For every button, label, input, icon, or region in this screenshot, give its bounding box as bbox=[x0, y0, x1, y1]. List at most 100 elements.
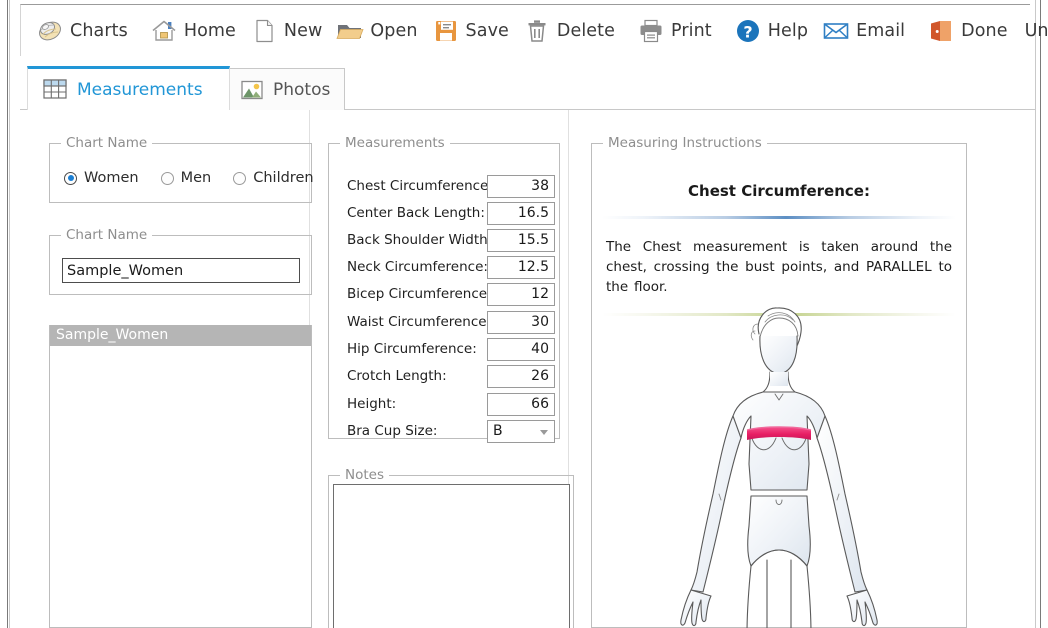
field-row-neck-circumference: Neck Circumference: bbox=[347, 255, 563, 279]
toolbar-button-home[interactable]: Home bbox=[143, 8, 243, 54]
content-area: Chart Name Women Men Children Chart Name bbox=[20, 110, 1035, 628]
field-row-bicep-circumference: Bicep Circumference: bbox=[347, 282, 563, 306]
radio-women[interactable]: Women bbox=[64, 170, 139, 186]
toolbar-label-open: Open bbox=[370, 21, 417, 41]
field-row-center-back-length: Center Back Length: bbox=[347, 201, 563, 225]
field-label-height: Height: bbox=[347, 396, 487, 412]
measuring-figure bbox=[592, 304, 966, 628]
toolbar-button-delete[interactable]: Delete bbox=[516, 8, 622, 54]
field-input-waist-circumference[interactable] bbox=[487, 311, 555, 334]
field-select-value-bra-cup-size: B bbox=[493, 423, 503, 439]
field-label-back-shoulder-width: Back Shoulder Width: bbox=[347, 232, 487, 248]
tab-label-photos: Photos bbox=[273, 80, 330, 100]
app-window: Charts Home New bbox=[0, 0, 1048, 628]
field-label-bra-cup-size: Bra Cup Size: bbox=[347, 423, 487, 439]
toolbar-button-done[interactable]: Done bbox=[920, 8, 1014, 54]
radio-children-label: Children bbox=[253, 170, 313, 186]
field-label-chest-circumference: Chest Circumference: bbox=[347, 178, 487, 194]
toolbar-button-help[interactable]: ? Help bbox=[727, 8, 815, 54]
folder-icon bbox=[336, 17, 364, 45]
tab-label-measurements: Measurements bbox=[77, 80, 203, 100]
chart-name-group-title: Chart Name bbox=[61, 227, 152, 243]
field-input-bicep-circumference[interactable] bbox=[487, 283, 555, 306]
field-label-neck-circumference: Neck Circumference: bbox=[347, 259, 487, 275]
chart-type-group: Chart Name Women Men Children bbox=[49, 143, 312, 203]
toolbar-button-open[interactable]: Open bbox=[329, 8, 424, 54]
field-row-crotch-length: Crotch Length: bbox=[347, 364, 563, 388]
field-label-bicep-circumference: Bicep Circumference: bbox=[347, 286, 487, 302]
window-right-border bbox=[1040, 0, 1048, 628]
field-input-center-back-length[interactable] bbox=[487, 202, 555, 225]
toolbar-label-charts: Charts bbox=[70, 21, 128, 41]
field-label-center-back-length: Center Back Length: bbox=[347, 205, 487, 221]
divider-blue bbox=[602, 216, 956, 219]
toolbar-button-email[interactable]: Email bbox=[815, 8, 912, 54]
radio-children-dot bbox=[233, 172, 246, 185]
notes-group: Notes bbox=[328, 475, 574, 628]
field-row-bra-cup-size: Bra Cup Size: B bbox=[347, 419, 563, 443]
field-row-waist-circumference: Waist Circumference: bbox=[347, 310, 563, 334]
toolbar-button-print[interactable]: Print bbox=[630, 8, 719, 54]
question-mark-icon: ? bbox=[734, 17, 762, 45]
tape-measure-icon bbox=[36, 17, 64, 45]
toolbar-button-save[interactable]: Save bbox=[425, 8, 516, 54]
window-left-inner-border bbox=[9, 0, 10, 628]
field-input-back-shoulder-width[interactable] bbox=[487, 229, 555, 252]
notes-group-title: Notes bbox=[340, 467, 389, 483]
toolbar-label-home: Home bbox=[184, 21, 236, 41]
measuring-instructions-content: Chest Circumference: The Chest measureme… bbox=[592, 144, 966, 627]
field-row-hip-circumference: Hip Circumference: bbox=[347, 337, 563, 361]
radio-men[interactable]: Men bbox=[161, 170, 212, 186]
floppy-disk-icon bbox=[432, 17, 460, 45]
units-indicator: Units: IN bbox=[1025, 21, 1048, 41]
toolbar-label-help: Help bbox=[768, 21, 808, 41]
radio-men-dot bbox=[161, 172, 174, 185]
measurements-group: Measurements Chest Circumference: Center… bbox=[328, 143, 560, 439]
printer-icon bbox=[637, 17, 665, 45]
female-torso-chest-diagram-svg bbox=[663, 304, 895, 628]
window-right-inner-border bbox=[1035, 0, 1036, 628]
grid-table-icon bbox=[42, 77, 68, 103]
chart-list[interactable]: Sample_Women bbox=[49, 325, 312, 628]
field-row-chest-circumference: Chest Circumference: bbox=[347, 174, 563, 198]
chart-name-input[interactable] bbox=[62, 258, 300, 283]
toolbar-label-print: Print bbox=[671, 21, 712, 41]
toolbar-button-new[interactable]: New bbox=[243, 8, 329, 54]
field-input-crotch-length[interactable] bbox=[487, 365, 555, 388]
toolbar-label-new: New bbox=[284, 21, 322, 41]
chevron-down-icon bbox=[540, 430, 548, 435]
toolbar-label-done: Done bbox=[961, 21, 1007, 41]
tab-photos[interactable]: Photos bbox=[225, 68, 345, 110]
field-label-waist-circumference: Waist Circumference: bbox=[347, 314, 487, 330]
list-item[interactable]: Sample_Women bbox=[50, 325, 311, 346]
field-row-height: Height: bbox=[347, 392, 563, 416]
main-toolbar: Charts Home New bbox=[20, 4, 1030, 56]
blank-page-icon bbox=[250, 17, 278, 45]
radio-children[interactable]: Children bbox=[233, 170, 313, 186]
radio-women-dot bbox=[64, 172, 77, 185]
svg-text:?: ? bbox=[743, 22, 752, 41]
toolbar-label-email: Email bbox=[856, 21, 905, 41]
radio-men-label: Men bbox=[181, 170, 212, 186]
field-label-crotch-length: Crotch Length: bbox=[347, 368, 487, 384]
exit-door-icon bbox=[927, 17, 955, 45]
field-input-neck-circumference[interactable] bbox=[487, 256, 555, 279]
measurements-group-title: Measurements bbox=[340, 135, 450, 151]
field-input-chest-circumference[interactable] bbox=[487, 175, 555, 198]
field-input-height[interactable] bbox=[487, 393, 555, 416]
picture-icon bbox=[240, 78, 264, 102]
field-label-hip-circumference: Hip Circumference: bbox=[347, 341, 487, 357]
toolbar-label-delete: Delete bbox=[557, 21, 615, 41]
notes-textarea[interactable] bbox=[333, 484, 570, 628]
toolbar-button-charts[interactable]: Charts bbox=[29, 8, 135, 54]
instruction-heading: Chest Circumference: bbox=[592, 182, 966, 200]
field-input-hip-circumference[interactable] bbox=[487, 338, 555, 361]
chart-type-group-title: Chart Name bbox=[61, 135, 152, 151]
field-select-bra-cup-size[interactable]: B bbox=[487, 420, 555, 443]
chart-name-group: Chart Name bbox=[49, 235, 312, 295]
envelope-icon bbox=[822, 17, 850, 45]
window-left-border bbox=[0, 0, 8, 628]
trash-can-icon bbox=[523, 17, 551, 45]
tab-measurements[interactable]: Measurements bbox=[27, 66, 230, 110]
radio-women-label: Women bbox=[84, 170, 139, 186]
